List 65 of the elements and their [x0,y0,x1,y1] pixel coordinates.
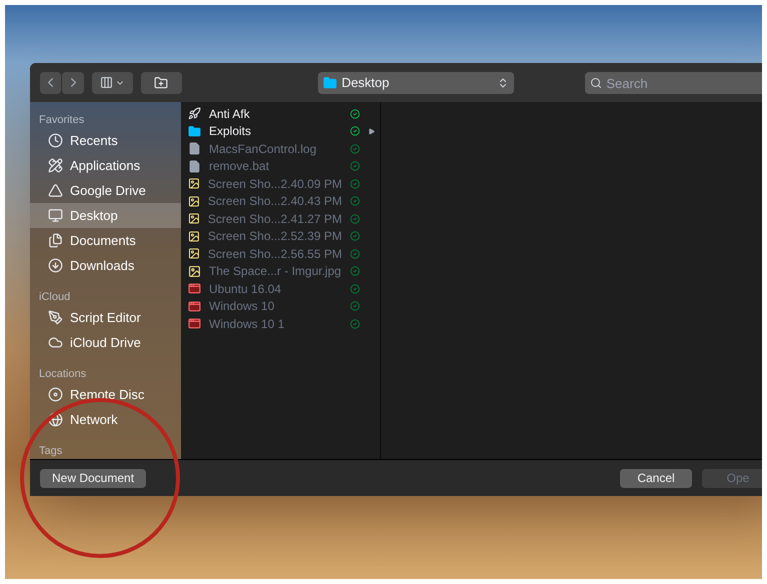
cloud-icon [48,335,63,350]
document-icon [188,160,201,173]
image-thumbnail-icon [188,177,200,190]
folder-plus-icon [154,76,168,90]
search-icon [590,76,602,88]
sidebar-item[interactable]: Downloads [30,253,181,278]
pen-tool-icon [48,310,63,325]
folder-icon [322,76,337,90]
synced-check-icon [350,318,360,329]
image-thumbnail-icon [188,247,200,260]
vm-window-icon [188,300,201,313]
disclosure-arrow-icon [368,128,375,135]
back-button[interactable] [40,72,62,94]
synced-check-icon [350,144,360,154]
sidebar-item[interactable]: Network [30,407,181,432]
synced-check-icon [350,161,360,172]
sidebar-item[interactable]: Remote Disc [30,382,181,407]
clock-icon [48,133,63,148]
synced-check-icon [350,126,360,136]
sidebar-heading: iCloud [38,290,72,305]
new-document-button[interactable]: New Document [40,468,146,488]
file-row[interactable]: Exploits [181,122,380,140]
sidebar-item[interactable]: iCloud Drive [30,330,181,355]
sidebar-heading: Favorites [38,113,86,128]
columns-icon [100,76,113,89]
search-field[interactable]: Search [585,72,762,94]
triangle-icon [48,183,63,198]
sidebar-heading: Tags [38,444,64,459]
synced-check-icon [350,196,360,206]
image-thumbnail-icon [188,212,200,226]
sidebar-heading: Locations [38,367,88,382]
download-icon [48,258,63,273]
vm-window-icon [188,317,201,330]
synced-check-icon [350,284,360,294]
disc-icon [48,387,63,402]
sidebar-item[interactable]: Google Drive [30,178,181,203]
synced-check-icon [350,178,360,189]
sidebar-item[interactable]: Desktop [30,203,181,228]
vm-window-icon [188,282,201,296]
synced-check-icon [350,248,360,259]
synced-check-icon [350,108,360,119]
globe-icon [48,412,63,427]
synced-check-icon [350,231,360,242]
location-dropdown[interactable]: Desktop [318,72,514,94]
view-mode-button[interactable] [92,72,133,94]
sidebar-item[interactable]: Script Editor [30,305,181,330]
rocket-icon [188,107,201,120]
sidebar-item[interactable]: Recents [30,128,181,153]
image-thumbnail-icon [188,230,200,243]
pencil-ruler-icon [48,158,63,173]
image-thumbnail-icon [188,194,200,208]
image-thumbnail-icon [188,264,201,278]
sidebar-item[interactable]: Documents [30,228,181,253]
synced-check-icon [350,214,360,224]
synced-check-icon [350,266,360,276]
synced-check-icon [350,301,360,312]
file-row[interactable]: Anti Afk [181,105,380,122]
folder-icon [188,124,201,138]
sidebar-item[interactable]: Applications [30,153,181,178]
new-folder-button[interactable] [140,72,182,94]
documents-icon [48,233,63,248]
dialog-button[interactable]: Cancel [620,468,692,488]
document-icon [188,142,201,156]
forward-button[interactable] [62,72,84,94]
monitor-icon [48,208,63,223]
